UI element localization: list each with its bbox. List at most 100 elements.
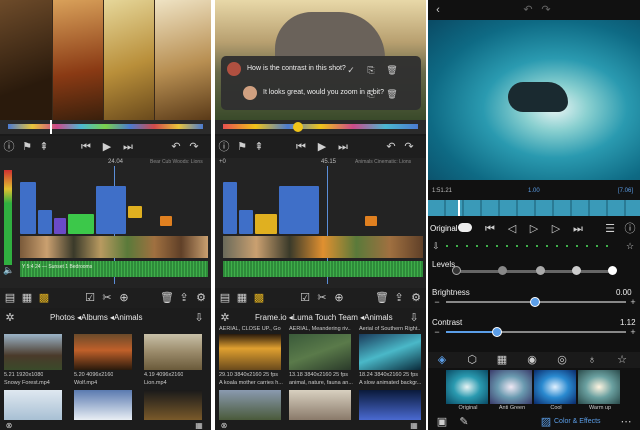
slider-handle[interactable] — [498, 266, 507, 275]
footer-label[interactable]: Color & Effects — [554, 418, 601, 425]
info-icon[interactable]: ⓘ — [3, 141, 15, 153]
filmstrip[interactable] — [428, 200, 640, 216]
brush-icon[interactable]: ✎ — [458, 416, 470, 428]
library-breadcrumb[interactable]: Frame.io ◂Luma Touch Team ◂Animals — [255, 313, 393, 322]
slider-track-fill[interactable] — [446, 331, 496, 333]
import-icon[interactable]: ▤ — [4, 292, 16, 304]
marker-icon[interactable]: ⇞ — [38, 141, 50, 153]
frame-icon[interactable]: ▣ — [436, 416, 448, 428]
import-icon[interactable]: ⇩ — [430, 240, 442, 252]
media-thumbnail[interactable] — [74, 334, 132, 370]
trash-icon[interactable]: 🗑 — [386, 64, 398, 76]
media-thumbnail[interactable] — [219, 390, 281, 420]
skip-forward-icon[interactable]: ⏭ — [337, 141, 349, 153]
import-icon[interactable]: ▤ — [219, 292, 231, 304]
bulb-icon[interactable]: ♁ — [586, 354, 598, 366]
timeline-clip-yellow[interactable] — [128, 206, 142, 218]
settings-icon[interactable]: ⚙ — [410, 292, 422, 304]
timeline-clip-orange[interactable] — [160, 216, 172, 226]
media-thumbnail[interactable] — [74, 390, 132, 420]
trash-icon[interactable]: 🗑 — [375, 292, 389, 304]
check-icon[interactable]: ☑ — [299, 292, 311, 304]
slider-handle[interactable] — [608, 266, 617, 275]
settings-icon[interactable]: ⚙ — [195, 292, 207, 304]
aperture-icon[interactable]: ✲ — [4, 312, 16, 324]
skip-forward-icon[interactable]: ⏭ — [572, 223, 584, 235]
step-forward-icon[interactable]: ▷ — [550, 223, 562, 235]
media-thumbnail[interactable] — [144, 334, 202, 370]
close-icon[interactable]: ⊗ — [219, 420, 229, 430]
add-icon[interactable]: ⊕ — [118, 292, 130, 304]
drop-icon[interactable]: ◉ — [526, 354, 538, 366]
download-icon[interactable]: ⇩ — [193, 312, 205, 324]
slider-track[interactable] — [456, 270, 612, 273]
media-thumbnail[interactable] — [289, 390, 351, 420]
media-thumbnail[interactable] — [359, 390, 421, 420]
media-thumbnail[interactable] — [359, 334, 421, 370]
minus-icon[interactable]: − — [432, 326, 442, 338]
help-icon[interactable]: ⓘ — [624, 223, 636, 235]
share-icon[interactable]: ⇪ — [178, 292, 190, 304]
close-icon[interactable]: ⊗ — [4, 420, 14, 430]
timeline[interactable]: 24.04 Bear Cub Woods: Lions Y 5:4 24 — S… — [0, 158, 211, 288]
back-chevron-icon[interactable]: ‹ — [432, 4, 444, 16]
play-icon[interactable]: ▶ — [316, 141, 328, 153]
scissors-icon[interactable]: ✂ — [101, 292, 113, 304]
timeline-clip-green[interactable] — [68, 214, 94, 234]
add-icon[interactable]: ⊕ — [333, 292, 345, 304]
slider-handle[interactable] — [530, 297, 540, 307]
download-icon[interactable]: ⇩ — [408, 312, 420, 324]
timeline-clip[interactable] — [239, 210, 253, 234]
reply-icon[interactable]: ⎘ — [365, 64, 377, 76]
tab-original[interactable]: Original — [430, 224, 458, 233]
video-track[interactable] — [20, 236, 208, 258]
library-breadcrumb[interactable]: Photos ◂Albums ◂Animals — [50, 313, 143, 322]
media-thumbnail[interactable] — [144, 390, 202, 420]
grid-icon[interactable]: ▩ — [38, 292, 50, 304]
more-icon[interactable]: ⋯ — [620, 416, 632, 428]
grid-view-icon[interactable]: ▦ — [408, 420, 420, 430]
volume-icon[interactable]: 🔈 — [3, 264, 15, 276]
clip-icon[interactable]: ▦ — [236, 292, 248, 304]
slider-track[interactable] — [496, 331, 626, 333]
timeline-clip[interactable] — [223, 182, 237, 234]
spiral-icon[interactable]: ◎ — [556, 354, 568, 366]
plus-icon[interactable]: + — [628, 296, 638, 308]
timeline-clip[interactable] — [20, 182, 36, 234]
flag-icon[interactable]: ⚑ — [21, 141, 33, 153]
slider-handle[interactable] — [452, 266, 461, 275]
plus-icon[interactable]: + — [628, 326, 638, 338]
media-thumbnail[interactable] — [4, 390, 62, 420]
timeline-clip[interactable] — [96, 186, 126, 234]
minus-icon[interactable]: − — [432, 296, 442, 308]
reply-icon[interactable]: ⎘ — [365, 88, 377, 100]
skip-back-icon[interactable]: ⏮ — [484, 223, 496, 235]
check-icon[interactable]: ✓ — [345, 64, 357, 76]
cube-icon[interactable]: ⬡ — [466, 354, 478, 366]
playhead-marker[interactable] — [293, 122, 303, 132]
timeline-clip[interactable] — [38, 210, 52, 234]
slider-handle[interactable] — [492, 327, 502, 337]
scissors-icon[interactable]: ✂ — [316, 292, 328, 304]
toggle-switch[interactable] — [458, 223, 472, 232]
grid-icon[interactable]: ▩ — [253, 292, 265, 304]
slider-handle[interactable] — [536, 266, 545, 275]
grid-icon[interactable]: ▦ — [496, 354, 508, 366]
marker-icon[interactable]: ⇞ — [253, 141, 265, 153]
check-icon[interactable]: ☑ — [84, 292, 96, 304]
star-icon[interactable]: ☆ — [624, 240, 636, 252]
play-icon[interactable]: ▶ — [101, 141, 113, 153]
media-thumbnail[interactable] — [219, 334, 281, 370]
flag-icon[interactable]: ⚑ — [236, 141, 248, 153]
skip-back-icon[interactable]: ⏮ — [80, 141, 92, 153]
step-back-icon[interactable]: ◁ — [506, 223, 518, 235]
undo-icon[interactable]: ↶ — [522, 4, 534, 16]
timeline[interactable]: +0 45.15 Animals Cinematic: Lions — [215, 158, 426, 288]
playhead-line[interactable] — [458, 200, 460, 216]
marker-strip[interactable] — [0, 120, 211, 134]
info-icon[interactable]: ⓘ — [218, 141, 230, 153]
list-icon[interactable]: ☰ — [604, 223, 616, 235]
clip-icon[interactable]: ▦ — [21, 292, 33, 304]
color-wheel-icon[interactable]: ◈ — [436, 354, 448, 366]
preset-thumbnail[interactable] — [534, 370, 576, 404]
